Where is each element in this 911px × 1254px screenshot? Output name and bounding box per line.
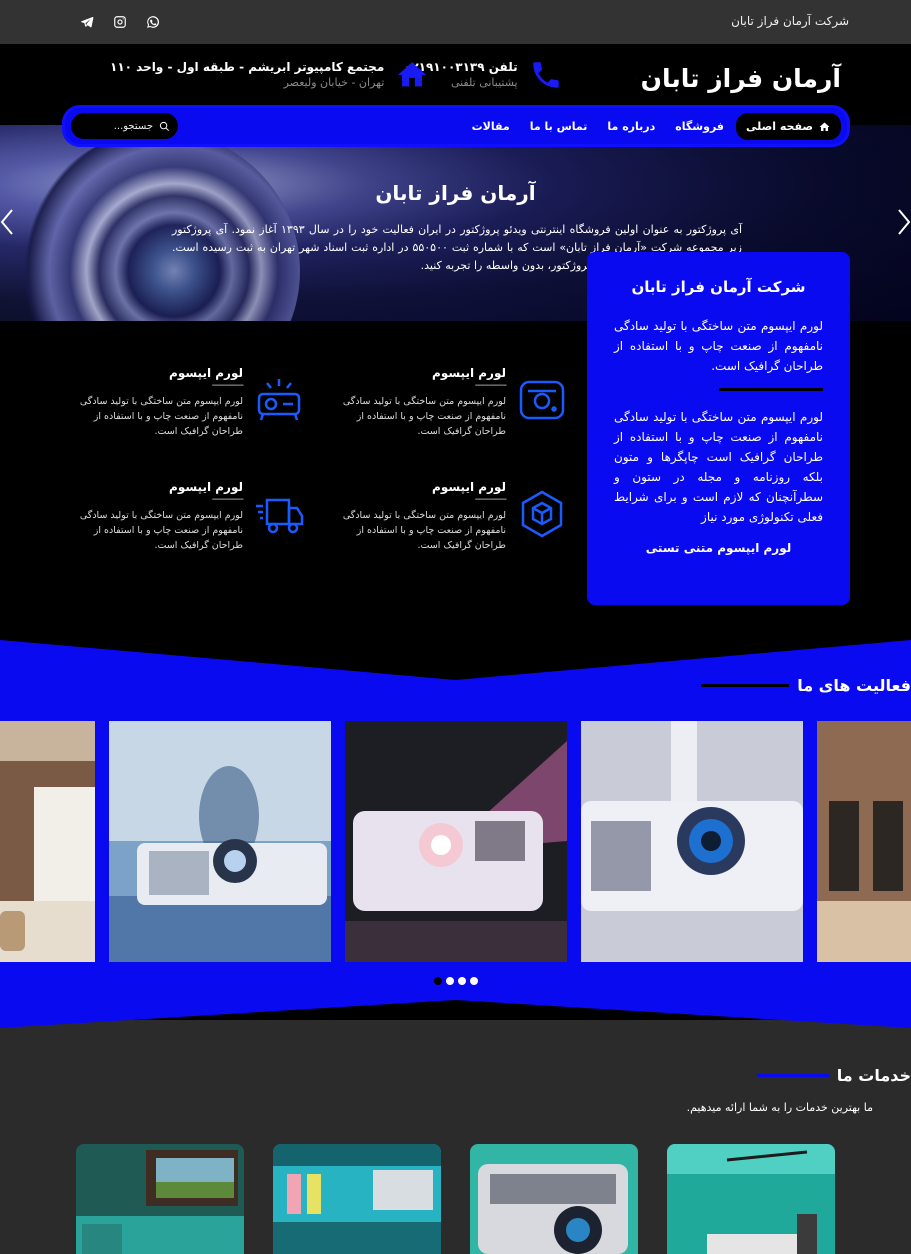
search-icon[interactable] xyxy=(159,121,170,132)
info-box: شرکت آرمان فراز تابان لورم ایپسوم متن سا… xyxy=(587,252,850,605)
search-box xyxy=(71,113,178,139)
nav-item-contact[interactable]: تماس با ما xyxy=(522,113,596,140)
hero-title: آرمان فراز تابان xyxy=(375,181,536,205)
telegram-icon[interactable] xyxy=(78,13,96,31)
main-nav: صفحه اصلی فروشگاه درباره ما تماس با ما م… xyxy=(62,105,850,147)
home-icon xyxy=(819,122,830,131)
truck-icon xyxy=(253,488,305,540)
gallery-image-home-theater[interactable] xyxy=(0,721,95,962)
feature-item: لورم ایپسوم ------------ لورم ایپسوم متن… xyxy=(338,480,568,570)
address-main: مجتمع کامپیوتر ابریشم - طبقه اول - واحد … xyxy=(110,60,385,74)
nav-item-articles[interactable]: مقالات xyxy=(464,113,518,140)
site-logo[interactable]: آرمان فراز تابان xyxy=(636,60,842,96)
feature-item: لورم ایپسوم ------------ لورم ایپسوم متن… xyxy=(75,480,305,570)
activities-heading: فعالیت های ما xyxy=(701,676,911,695)
company-name: شرکت آرمان فراز تابان xyxy=(731,14,849,28)
nav-item-home[interactable]: صفحه اصلی xyxy=(736,113,841,140)
instagram-icon[interactable] xyxy=(111,13,129,31)
services-subtitle: ما بهترین خدمات را به شما ارائه میدهیم. xyxy=(686,1101,873,1114)
gallery-image-ceiling-projector[interactable] xyxy=(581,721,803,962)
search-input[interactable] xyxy=(81,120,153,132)
gallery-image-cinema-room[interactable] xyxy=(817,721,911,962)
social-links xyxy=(78,13,162,31)
slider-prev-arrow-icon[interactable] xyxy=(0,208,14,236)
info-box-title: شرکت آرمان فراز تابان xyxy=(631,278,806,296)
carousel-dot-active[interactable] xyxy=(434,977,442,985)
slider-next-arrow-icon[interactable] xyxy=(897,208,911,236)
whatsapp-icon[interactable] xyxy=(144,13,162,31)
box-icon xyxy=(516,488,568,540)
divider xyxy=(719,388,823,391)
top-bar: شرکت آرمان فراز تابان xyxy=(0,0,911,44)
service-card[interactable] xyxy=(667,1144,835,1254)
logo-text: آرمان فراز تابان xyxy=(640,63,842,93)
logo-mark-icon xyxy=(636,77,637,79)
carousel-dot[interactable] xyxy=(458,977,466,985)
phone-icon xyxy=(532,62,559,88)
nav-item-about[interactable]: درباره ما xyxy=(599,113,663,140)
carousel-dot[interactable] xyxy=(446,977,454,985)
address-sub: تهران - خیابان ولیعصر xyxy=(283,76,385,89)
feature-item: لورم ایپسوم ------------ لورم ایپسوم متن… xyxy=(75,366,305,456)
camera-icon xyxy=(516,374,568,426)
service-card[interactable] xyxy=(273,1144,441,1254)
gallery-image-projector-beam[interactable] xyxy=(345,721,567,962)
site-header: آرمان فراز تابان تلفن ۰۲۱۹۱۰۰۳۱۳۹ پشتیبا… xyxy=(0,44,911,106)
carousel-dots xyxy=(434,977,478,985)
nav-item-shop[interactable]: فروشگاه xyxy=(667,113,732,140)
info-box-text: لورم ایپسوم متن ساختگی با تولید سادگی نا… xyxy=(614,410,823,524)
gallery-image-projector-table[interactable] xyxy=(109,721,331,962)
service-card[interactable] xyxy=(470,1144,638,1254)
services-heading: خدمات ما xyxy=(756,1066,911,1085)
service-card[interactable] xyxy=(76,1144,244,1254)
address-contact: مجتمع کامپیوتر ابریشم - طبقه اول - واحد … xyxy=(110,58,430,92)
carousel-dot[interactable] xyxy=(470,977,478,985)
home-icon xyxy=(398,62,427,87)
projector-icon xyxy=(253,374,305,426)
info-box-text: لورم ایپسوم متن ساختگی با تولید سادگی نا… xyxy=(614,319,823,373)
feature-item: لورم ایپسوم ------------ لورم ایپسوم متن… xyxy=(338,366,568,456)
info-box-link[interactable]: لورم ایپسوم متنی تستی xyxy=(614,541,823,555)
